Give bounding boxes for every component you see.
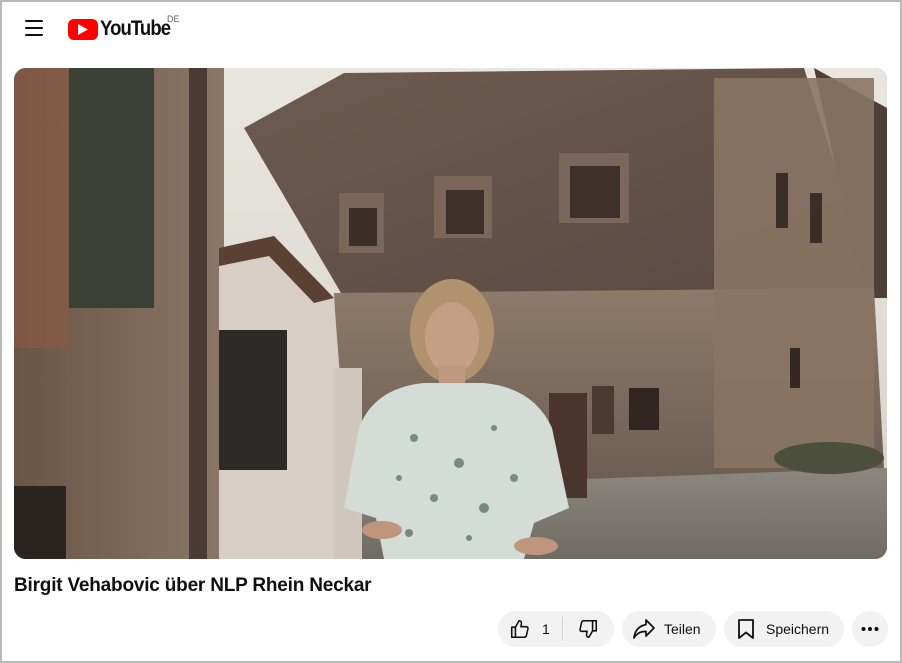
region-code: DE: [167, 14, 180, 24]
share-button[interactable]: Teilen: [622, 611, 716, 647]
share-arrow-icon: [632, 617, 656, 641]
menu-button[interactable]: [16, 14, 52, 42]
embed-frame: YouTube DE Birgit Vehabovic über NLP Rhe…: [0, 0, 902, 663]
share-label: Teilen: [664, 621, 701, 637]
bookmark-icon: [734, 617, 758, 641]
save-button[interactable]: Speichern: [724, 611, 844, 647]
video-player[interactable]: [14, 68, 887, 559]
like-button[interactable]: 1: [498, 611, 562, 647]
thumbs-up-icon: [508, 617, 532, 641]
dislike-button[interactable]: [563, 611, 613, 647]
youtube-play-icon: [68, 18, 98, 40]
thumbs-down-icon: [576, 617, 600, 641]
video-frame-image: [14, 68, 887, 559]
video-title: Birgit Vehabovic über NLP Rhein Neckar: [14, 575, 372, 596]
logo-text: YouTube: [100, 17, 171, 40]
like-dislike-group: 1: [498, 611, 614, 647]
save-label: Speichern: [766, 621, 830, 637]
like-count: 1: [542, 621, 550, 637]
more-actions-button[interactable]: [852, 611, 888, 647]
more-horizontal-icon: [858, 617, 882, 641]
hamburger-menu-icon: [25, 20, 43, 22]
youtube-logo[interactable]: YouTube: [68, 16, 180, 42]
